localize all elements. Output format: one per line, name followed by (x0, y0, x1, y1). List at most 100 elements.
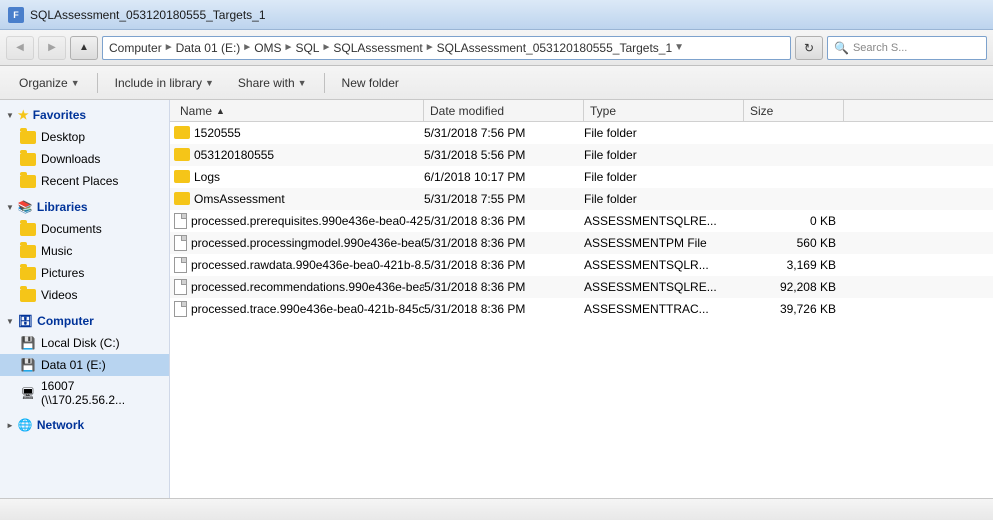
file-name: processed.trace.990e436e-bea0-421b-845c-… (191, 302, 424, 316)
sidebar-item-desktop[interactable]: Desktop (0, 126, 169, 148)
new-folder-label: New folder (342, 76, 399, 90)
back-button[interactable]: ◀ (6, 36, 34, 60)
sidebar-item-downloads[interactable]: Downloads (0, 148, 169, 170)
include-library-label: Include in library (115, 76, 202, 90)
organize-button[interactable]: Organize ▼ (8, 70, 91, 96)
file-date-cell: 5/31/2018 5:56 PM (424, 148, 584, 162)
table-row[interactable]: 1520555 5/31/2018 7:56 PM File folder (170, 122, 993, 144)
content-area: Name ▲ Date modified Type Size 1520555 5… (170, 100, 993, 498)
address-path[interactable]: Computer ► Data 01 (E:) ► OMS ► SQL ► SQ… (102, 36, 791, 60)
computer-label: Computer (37, 314, 94, 328)
file-date-cell: 6/1/2018 10:17 PM (424, 170, 584, 184)
share-with-button[interactable]: Share with ▼ (227, 70, 318, 96)
path-arrow-6: ▼ (674, 42, 684, 53)
file-type-cell: ASSESSMENTPM File (584, 236, 744, 250)
table-row[interactable]: processed.trace.990e436e-bea0-421b-845c-… (170, 298, 993, 320)
sidebar-item-videos[interactable]: Videos (0, 284, 169, 306)
search-text: Search S... (853, 42, 907, 54)
sidebar-item-videos-label: Videos (41, 288, 77, 302)
file-name: processed.recommendations.990e436e-bea..… (191, 280, 424, 294)
libraries-icon: 📚 (18, 200, 33, 214)
window-title: SQLAssessment_053120180555_Targets_1 (30, 8, 266, 22)
toolbar: Organize ▼ Include in library ▼ Share wi… (0, 66, 993, 100)
path-computer: Computer (109, 41, 162, 55)
file-name-cell: processed.trace.990e436e-bea0-421b-845c-… (174, 301, 424, 317)
sidebar-item-recent-label: Recent Places (41, 174, 118, 188)
sidebar-item-network-share[interactable]: 🖥 16007 (\\170.25.56.2... (0, 376, 169, 410)
col-type-label: Type (590, 104, 616, 118)
refresh-button[interactable]: ↻ (795, 36, 823, 60)
sidebar-item-downloads-label: Downloads (41, 152, 100, 166)
file-doc-icon (174, 213, 187, 229)
recent-places-icon (20, 173, 36, 189)
include-library-button[interactable]: Include in library ▼ (104, 70, 225, 96)
file-date-cell: 5/31/2018 8:36 PM (424, 302, 584, 316)
file-name: processed.rawdata.990e436e-bea0-421b-8..… (191, 258, 424, 272)
share-with-dropdown-icon: ▼ (298, 78, 307, 88)
organize-dropdown-icon: ▼ (71, 78, 80, 88)
path-arrow-1: ► (164, 42, 174, 53)
table-row[interactable]: OmsAssessment 5/31/2018 7:55 PM File fol… (170, 188, 993, 210)
sidebar: ▼ ★ Favorites Desktop Downloads (0, 100, 170, 498)
file-name-cell: processed.rawdata.990e436e-bea0-421b-8..… (174, 257, 424, 273)
favorites-header[interactable]: ▼ ★ Favorites (0, 104, 169, 126)
col-header-size[interactable]: Size (744, 100, 844, 121)
new-folder-button[interactable]: New folder (331, 70, 410, 96)
sidebar-item-music[interactable]: Music (0, 240, 169, 262)
drive-c-icon: 💾 (20, 335, 36, 351)
computer-triangle: ▼ (6, 317, 14, 326)
col-size-label: Size (750, 104, 773, 118)
path-target: SQLAssessment_053120180555_Targets_1 (437, 41, 673, 55)
drive-e-icon: 💾 (20, 357, 36, 373)
app-icon: F (8, 7, 24, 23)
table-row[interactable]: processed.recommendations.990e436e-bea..… (170, 276, 993, 298)
path-sql: SQL (295, 41, 319, 55)
up-button[interactable]: ▲ (70, 36, 98, 60)
libraries-header[interactable]: ▼ 📚 Libraries (0, 196, 169, 218)
sidebar-item-data-01-e-label: Data 01 (E:) (41, 358, 106, 372)
file-size-cell: 92,208 KB (744, 280, 844, 294)
file-name-cell: 1520555 (174, 126, 424, 140)
sidebar-item-pictures-label: Pictures (41, 266, 84, 280)
organize-label: Organize (19, 76, 68, 90)
file-name-cell: processed.recommendations.990e436e-bea..… (174, 279, 424, 295)
col-header-type[interactable]: Type (584, 100, 744, 121)
table-row[interactable]: processed.prerequisites.990e436e-bea0-42… (170, 210, 993, 232)
col-header-name[interactable]: Name ▲ (174, 100, 424, 121)
table-row[interactable]: processed.processingmodel.990e436e-bea0-… (170, 232, 993, 254)
file-name: 1520555 (194, 126, 241, 140)
forward-button[interactable]: ▶ (38, 36, 66, 60)
network-header[interactable]: ► 🌐 Network (0, 414, 169, 436)
table-row[interactable]: Logs 6/1/2018 10:17 PM File folder (170, 166, 993, 188)
file-date-cell: 5/31/2018 8:36 PM (424, 258, 584, 272)
path-oms: OMS (254, 41, 281, 55)
path-arrow-4: ► (321, 42, 331, 53)
file-name: processed.prerequisites.990e436e-bea0-42… (191, 214, 424, 228)
file-name: 053120180555 (194, 148, 274, 162)
pictures-icon (20, 265, 36, 281)
sidebar-item-local-disk-c[interactable]: 💾 Local Disk (C:) (0, 332, 169, 354)
file-date-cell: 5/31/2018 7:55 PM (424, 192, 584, 206)
path-arrow-5: ► (425, 42, 435, 53)
table-row[interactable]: 053120180555 5/31/2018 5:56 PM File fold… (170, 144, 993, 166)
file-type-cell: File folder (584, 148, 744, 162)
sidebar-item-documents[interactable]: Documents (0, 218, 169, 240)
search-box[interactable]: 🔍 Search S... (827, 36, 987, 60)
file-type-cell: File folder (584, 126, 744, 140)
folder-icon (174, 148, 190, 161)
desktop-folder-icon (20, 129, 36, 145)
sidebar-item-documents-label: Documents (41, 222, 102, 236)
sidebar-item-data-01-e[interactable]: 💾 Data 01 (E:) (0, 354, 169, 376)
computer-header[interactable]: ▼ 🗄 Computer (0, 310, 169, 332)
file-date-cell: 5/31/2018 7:56 PM (424, 126, 584, 140)
path-drive: Data 01 (E:) (176, 41, 241, 55)
file-size-cell: 560 KB (744, 236, 844, 250)
table-row[interactable]: processed.rawdata.990e436e-bea0-421b-8..… (170, 254, 993, 276)
toolbar-sep-2 (324, 73, 325, 93)
sidebar-item-recent-places[interactable]: Recent Places (0, 170, 169, 192)
col-header-date[interactable]: Date modified (424, 100, 584, 121)
sidebar-item-pictures[interactable]: Pictures (0, 262, 169, 284)
sidebar-item-network-share-label: 16007 (\\170.25.56.2... (41, 379, 161, 407)
downloads-folder-icon (20, 151, 36, 167)
toolbar-sep-1 (97, 73, 98, 93)
